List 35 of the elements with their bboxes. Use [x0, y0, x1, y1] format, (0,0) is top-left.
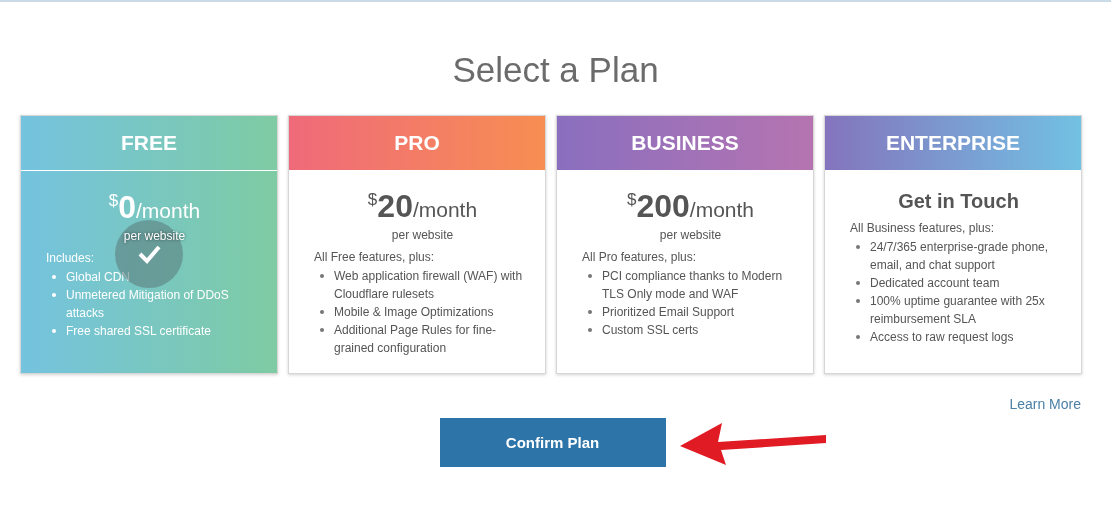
feature-intro: All Pro features, plus: — [582, 250, 698, 264]
feature-item: Mobile & Image Optimizations — [314, 303, 531, 321]
plan-card[interactable]: BUSINESS $^{$}$200/month per website All Pro features, plus: PCI compliance thanks to Modern TLS Only mode and WAF Prioritized Email Support Custom SSL certs — [556, 115, 814, 374]
plan-name: PRO — [394, 131, 440, 155]
learn-more-link[interactable]: Learn More — [1009, 396, 1081, 412]
feature-item: Free shared SSL certificate — [46, 322, 263, 340]
plan-price: $^{$}$0/month — [107, 188, 202, 227]
price-note: per website — [390, 228, 455, 242]
plan-name: ENTERPRISE — [885, 131, 1021, 155]
feature-item: PCI compliance thanks to Modern TLS Only mode and WAF — [582, 267, 799, 303]
feature-item: Dedicated account team — [850, 274, 1067, 292]
feature-item: Additional Page Rules for fine-grained configuration — [314, 321, 531, 357]
page-title: Select a Plan — [451, 49, 660, 91]
feature-intro: All Business features, plus: — [850, 221, 996, 235]
feature-item: Access to raw request logs — [850, 328, 1067, 346]
plan-card[interactable]: PRO $^{$}$20/month per website All Free features, plus: Web application firewall (WAF) with Cloudflare rulesets Mobile & Image Optimizations Additional Page Rules for fine-grained configuration — [288, 115, 546, 374]
confirm-plan-button[interactable]: Confirm Plan — [439, 418, 666, 467]
feature-item: 100% uptime guarantee with 25x reimbursement SLA — [850, 292, 1067, 328]
feature-item: Prioritized Email Support — [582, 303, 799, 321]
feature-item: Unmetered Mitigation of DDoS attacks — [46, 286, 263, 322]
price-note: per website — [122, 229, 187, 243]
contact-heading: Get in Touch — [897, 190, 1020, 213]
plan-price: $^{$}$200/month — [625, 187, 756, 226]
feature-intro: Includes: — [46, 251, 96, 265]
plan-card[interactable]: FREE $^{$}$0/month per website Includes: Global CDN Unmetered Mitigation of DDoS attacks Free shared SSL certificate — [20, 115, 278, 374]
plan-card[interactable] — [824, 115, 1082, 374]
plan-price: $^{$}$20/month — [366, 187, 479, 226]
feature-item: Custom SSL certs — [582, 321, 799, 339]
feature-item: 24/7/365 enterprise-grade phone, email, and chat support — [850, 238, 1067, 274]
plan-name: BUSINESS — [631, 131, 739, 155]
feature-intro: All Free features, plus: — [314, 250, 436, 264]
price-note: per website — [658, 228, 723, 242]
feature-item: Web application firewall (WAF) with Cloudflare rulesets — [314, 267, 531, 303]
feature-item: Global CDN — [46, 268, 263, 286]
plan-name: FREE — [121, 131, 177, 155]
